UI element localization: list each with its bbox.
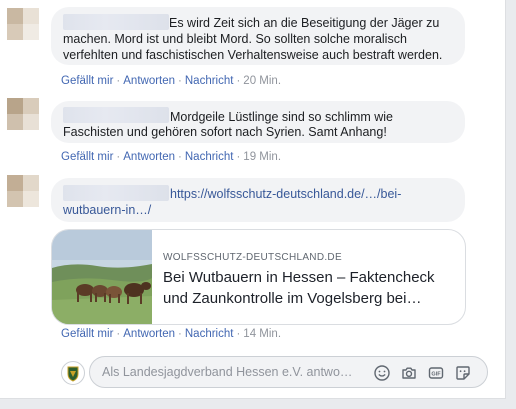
like-link[interactable]: Gefällt mir bbox=[61, 151, 113, 163]
comment-actions: Gefällt mir · Antworten · Nachricht · 14 Min. bbox=[61, 328, 282, 340]
comment-text-line: machen. Mord ist und bleibt Mord. So sol… bbox=[63, 32, 407, 46]
page-avatar bbox=[61, 361, 85, 385]
avatar[interactable] bbox=[7, 98, 39, 130]
cattle-photo bbox=[52, 230, 152, 324]
camera-icon[interactable] bbox=[400, 364, 418, 382]
author-name-redacted[interactable] bbox=[63, 185, 169, 201]
like-link[interactable]: Gefällt mir bbox=[61, 328, 113, 340]
comment-text-line: Faschisten und gehören sofort nach Syrie… bbox=[63, 125, 387, 139]
link-preview-title[interactable]: Bei Wutbauern in Hessen – Faktencheck un… bbox=[163, 267, 458, 309]
link-preview-title-line: und Zaunkontrolle im Vogelsberg bei… bbox=[163, 290, 422, 307]
crest-icon bbox=[63, 363, 83, 383]
link-preview-card[interactable]: WOLFSSCHUTZ-DEUTSCHLAND.DE Bei Wutbauern… bbox=[51, 229, 466, 325]
avatar[interactable] bbox=[7, 175, 39, 207]
reply-input[interactable]: Als Landesjagdverband Hessen e.V. antwo…… bbox=[89, 356, 488, 388]
reply-placeholder: Als Landesjagdverband Hessen e.V. antwo… bbox=[102, 365, 353, 379]
avatar[interactable] bbox=[7, 8, 39, 40]
message-link[interactable]: Nachricht bbox=[185, 151, 234, 163]
link-preview-image[interactable] bbox=[52, 230, 152, 324]
comment-actions: Gefällt mir · Antworten · Nachricht · 19 Min. bbox=[61, 151, 282, 163]
reply-link[interactable]: Antworten bbox=[123, 151, 175, 163]
comment-bubble: https://wolfsschutz-deutschland.de/…/bei… bbox=[51, 178, 465, 222]
comment-actions: Gefällt mir · Antworten · Nachricht · 20 Min. bbox=[61, 75, 282, 87]
reply-link[interactable]: Antworten bbox=[123, 328, 175, 340]
comment-text-line: verfehlten und faschistischen Verhaltens… bbox=[63, 48, 443, 62]
timestamp[interactable]: 20 Min. bbox=[243, 75, 281, 87]
gif-icon[interactable]: GIF bbox=[427, 364, 445, 382]
link-preview-title-line: Bei Wutbauern in Hessen – Faktencheck bbox=[163, 269, 435, 286]
shared-link[interactable]: https://wolfsschutz-deutschland.de/…/bei… bbox=[170, 186, 401, 202]
comment-bubble: Mordgeile Lüstlinge sind so schlimm wie … bbox=[51, 101, 465, 143]
comment-text-line: Mordgeile Lüstlinge sind so schlimm wie bbox=[170, 110, 394, 124]
link-preview-domain: WOLFSSCHUTZ-DEUTSCHLAND.DE bbox=[163, 252, 342, 263]
comment-bubble: Es wird Zeit sich an die Beseitigung der… bbox=[51, 7, 465, 65]
reply-link[interactable]: Antworten bbox=[123, 75, 175, 87]
author-name-redacted[interactable] bbox=[63, 14, 169, 30]
shared-link-continued[interactable]: wutbauern-in…/ bbox=[63, 202, 453, 218]
emoji-icon[interactable] bbox=[373, 364, 391, 382]
sticker-icon[interactable] bbox=[454, 364, 472, 382]
comments-panel: Es wird Zeit sich an die Beseitigung der… bbox=[0, 0, 506, 399]
comment-text-line: Es wird Zeit sich an die Beseitigung der… bbox=[169, 16, 440, 30]
message-link[interactable]: Nachricht bbox=[185, 75, 234, 87]
timestamp[interactable]: 19 Min. bbox=[243, 151, 281, 163]
svg-text:GIF: GIF bbox=[431, 372, 441, 378]
author-name-redacted[interactable] bbox=[63, 107, 169, 123]
message-link[interactable]: Nachricht bbox=[185, 328, 234, 340]
like-link[interactable]: Gefällt mir bbox=[61, 75, 113, 87]
timestamp[interactable]: 14 Min. bbox=[243, 328, 281, 340]
